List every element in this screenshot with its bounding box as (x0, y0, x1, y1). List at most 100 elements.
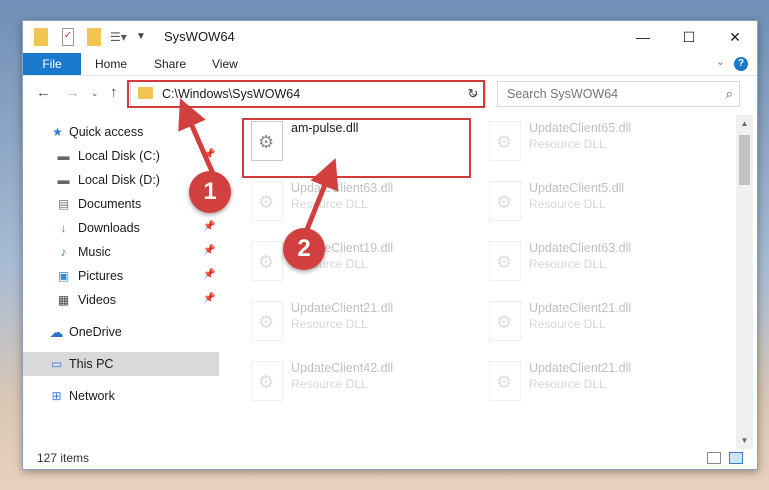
file-type: Resource DLL (291, 257, 368, 271)
sidebar-item-videos[interactable]: ▦ Videos 📌 (23, 288, 219, 312)
pin-icon[interactable]: 📌 (203, 269, 215, 280)
large-icons-view-icon[interactable] (729, 452, 743, 464)
back-arrow-icon[interactable]: ← (36, 84, 51, 101)
close-button[interactable]: ✕ (712, 21, 757, 53)
file-type: Resource DLL (529, 257, 606, 271)
file-item[interactable]: ⚙ UpdateClient21.dll Resource DLL (243, 299, 473, 359)
file-item[interactable]: ⚙ UpdateClient65.dll Resource DLL (481, 119, 711, 179)
tab-file[interactable]: File (23, 53, 81, 75)
drive-icon: ▬ (57, 149, 70, 163)
file-type: Resource DLL (529, 317, 606, 331)
sidebar-item-local-disk-c[interactable]: ▬ Local Disk (C:) 📌 (23, 144, 219, 168)
tab-share[interactable]: Share (154, 53, 186, 75)
file-name: UpdateClient21.dll (529, 361, 632, 375)
refresh-icon[interactable]: ↻ (462, 81, 485, 107)
sidebar-item-network[interactable]: ⊞ Network (23, 384, 219, 408)
dll-file-icon: ⚙ (251, 241, 283, 281)
properties-icon[interactable]: ✓ (62, 28, 74, 46)
file-item[interactable]: ⚙ UpdateClient21.dll Resource DLL (481, 299, 711, 359)
sidebar-item-quick-access[interactable]: ★ Quick access (23, 120, 219, 144)
file-name: UpdateClient5.dll (529, 181, 625, 195)
search-icon[interactable]: ⌕ (726, 86, 733, 102)
window-title: SysWOW64 (164, 29, 235, 44)
file-item-am-pulse[interactable]: ⚙ am-pulse.dll (243, 119, 473, 179)
maximize-button[interactable]: ☐ (666, 21, 712, 53)
sidebar-item-label: Quick access (69, 125, 144, 139)
file-item[interactable]: ⚙ UpdateClient19.dll Resource DLL (243, 239, 473, 299)
forward-arrow-icon[interactable]: → (65, 84, 80, 101)
dll-file-icon: ⚙ (251, 301, 283, 341)
pin-icon[interactable]: 📌 (203, 245, 215, 256)
sidebar-item-documents[interactable]: ▤ Documents (23, 192, 219, 216)
file-item[interactable]: ⚙ UpdateClient21.dll Resource DLL (481, 359, 711, 419)
video-icon: ▦ (57, 293, 70, 307)
folder-icon (138, 87, 153, 99)
file-type: Resource DLL (291, 197, 368, 211)
sidebar-item-downloads[interactable]: ↓ Downloads 📌 (23, 216, 219, 240)
recent-locations-chevron-icon[interactable]: ⌄ (91, 88, 99, 99)
file-name: UpdateClient63.dll (529, 241, 632, 255)
file-item[interactable]: ⚙ UpdateClient5.dll Resource DLL (481, 179, 711, 239)
folder-icon[interactable] (34, 28, 48, 46)
file-name: UpdateClient65.dll (529, 121, 632, 135)
scroll-down-icon[interactable]: ▼ (736, 432, 753, 449)
help-icon[interactable]: ? (734, 57, 748, 71)
tab-home[interactable]: Home (95, 53, 127, 75)
file-type: Resource DLL (291, 377, 368, 391)
sidebar-item-pictures[interactable]: ▣ Pictures 📌 (23, 264, 219, 288)
music-note-icon: ♪ (60, 245, 67, 259)
dll-file-icon: ⚙ (489, 121, 521, 161)
file-name: UpdateClient63.dll (291, 181, 394, 195)
sidebar-item-local-disk-d[interactable]: ▬ Local Disk (D:) (23, 168, 219, 192)
drive-icon: ▬ (57, 173, 70, 187)
details-view-icon[interactable] (707, 452, 721, 464)
address-bar[interactable]: C:\Windows\SysWOW64 ⌄ (130, 81, 486, 107)
new-folder-icon[interactable] (87, 28, 101, 46)
file-item[interactable]: ⚙ UpdateClient42.dll Resource DLL (243, 359, 473, 419)
dll-file-icon: ⚙ (489, 181, 521, 221)
file-type: Resource DLL (291, 317, 368, 331)
search-input[interactable] (498, 82, 719, 106)
sidebar-item-label: OneDrive (69, 325, 122, 339)
file-item[interactable]: ⚙ UpdateClient63.dll Resource DLL (481, 239, 711, 299)
minimize-button[interactable]: — (620, 21, 666, 53)
vertical-scrollbar[interactable]: ▲ ▼ (736, 115, 753, 449)
sidebar-item-label: Pictures (78, 269, 124, 283)
dll-file-icon: ⚙ (489, 301, 521, 341)
scroll-up-icon[interactable]: ▲ (736, 115, 753, 132)
sidebar-item-label: Network (69, 389, 115, 403)
ribbon-tabs: File Home Share View ⌄ ? (23, 53, 757, 76)
customize-toolbar-icon[interactable]: ☰▾ (110, 28, 128, 46)
dll-file-icon: ⚙ (489, 361, 521, 401)
dll-file-icon: ⚙ (489, 241, 521, 281)
dll-file-icon: ⚙ (251, 121, 283, 161)
navigation-pane: ★ Quick access ▬ Local Disk (C:) 📌 ▬ Loc… (23, 117, 219, 447)
dll-file-icon: ⚙ (251, 181, 283, 221)
up-arrow-icon[interactable]: ↑ (110, 84, 118, 101)
file-name: UpdateClient42.dll (291, 361, 394, 375)
file-name: UpdateClient19.dll (291, 241, 394, 255)
file-type: Resource DLL (529, 377, 606, 391)
sidebar-item-music[interactable]: ♪ Music 📌 (23, 240, 219, 264)
search-box[interactable]: ⌕ (497, 81, 740, 107)
file-type: Resource DLL (529, 137, 606, 151)
sidebar-item-label: Videos (78, 293, 116, 307)
sidebar-item-this-pc[interactable]: ▭ This PC (23, 352, 219, 376)
chevron-down-icon[interactable]: ▼ (136, 28, 146, 46)
pin-icon[interactable]: 📌 (203, 293, 215, 304)
sidebar-item-onedrive[interactable]: ☁ OneDrive (23, 320, 219, 344)
file-item[interactable]: ⚙ UpdateClient63.dll Resource DLL (243, 179, 473, 239)
pin-icon[interactable]: 📌 (203, 221, 215, 232)
ribbon-expand-icon[interactable]: ⌄ (716, 55, 725, 68)
status-bar: 127 items (23, 449, 757, 469)
navigation-bar: ← → ⌄ ↑ C:\Windows\SysWOW64 ⌄ ↻ ⌕ (23, 76, 757, 112)
pin-icon[interactable]: 📌 (203, 149, 215, 160)
sidebar-item-label: Music (78, 245, 111, 259)
sidebar-item-label: Local Disk (C:) (78, 149, 160, 163)
address-path[interactable]: C:\Windows\SysWOW64 (162, 87, 300, 101)
title-bar: ✓ ☰▾ ▼ SysWOW64 — ☐ ✕ (23, 21, 757, 53)
picture-icon: ▣ (57, 269, 70, 283)
scrollbar-thumb[interactable] (739, 135, 750, 185)
file-explorer-window: ✓ ☰▾ ▼ SysWOW64 — ☐ ✕ File Home Share Vi… (22, 20, 758, 470)
tab-view[interactable]: View (212, 53, 238, 75)
